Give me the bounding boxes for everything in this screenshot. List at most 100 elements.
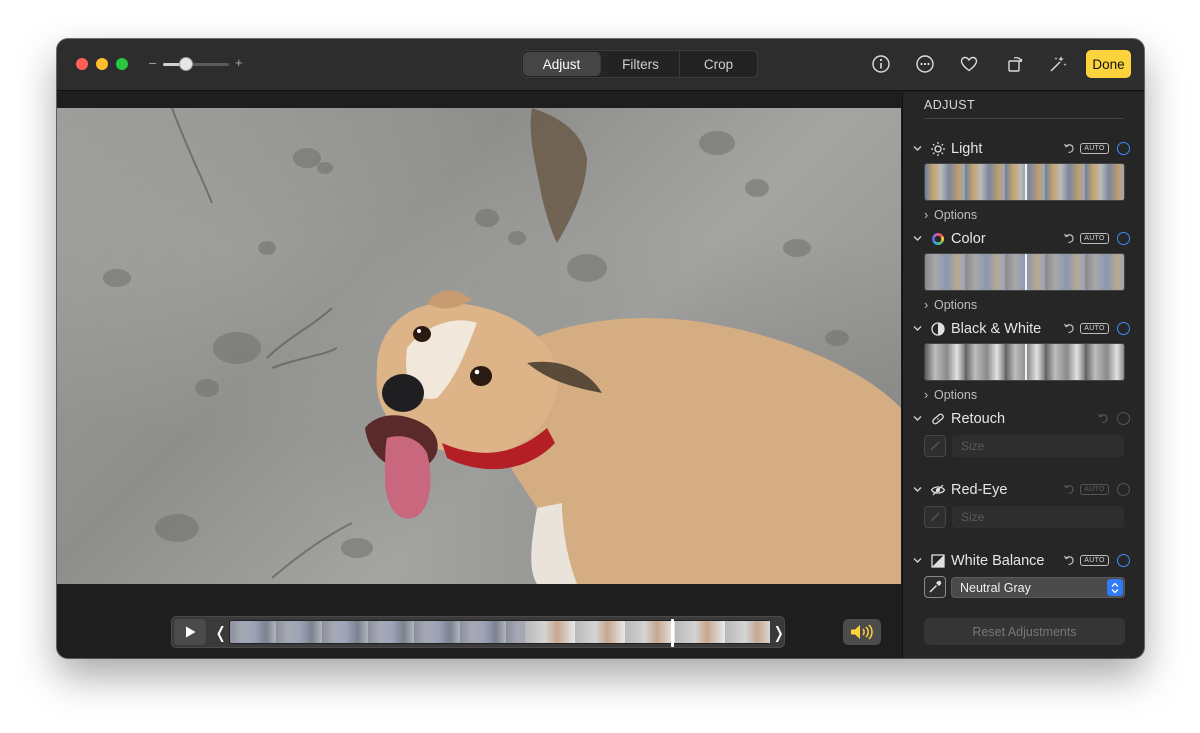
edit-mode-tabs: Adjust Filters Crop bbox=[521, 50, 758, 78]
retouch-label: Retouch bbox=[951, 411, 1006, 427]
undo-icon[interactable] bbox=[1063, 322, 1075, 334]
undo-icon[interactable] bbox=[1063, 554, 1075, 566]
wb-auto-button[interactable]: AUTO bbox=[1080, 555, 1109, 566]
bw-toggle[interactable] bbox=[1117, 322, 1130, 335]
close-window-button[interactable] bbox=[76, 58, 88, 70]
zoom-window-button[interactable] bbox=[116, 58, 128, 70]
redeye-toggle[interactable] bbox=[1117, 483, 1130, 496]
play-button[interactable] bbox=[174, 619, 206, 645]
filmstrip-frames bbox=[525, 621, 770, 643]
color-options[interactable]: › Options bbox=[924, 298, 977, 312]
bw-auto-button[interactable]: AUTO bbox=[1080, 323, 1109, 334]
select-arrows-icon bbox=[1107, 579, 1123, 596]
auto-enhance-button[interactable] bbox=[1047, 53, 1069, 75]
bw-section-header[interactable]: Black & White AUTO bbox=[909, 319, 1139, 339]
tab-filters[interactable]: Filters bbox=[602, 51, 680, 77]
adjust-sidebar: ADJUST Light AUTO › Options Color AUTO ›… bbox=[902, 92, 1144, 658]
info-button[interactable] bbox=[870, 53, 892, 75]
color-slider-thumbnails[interactable] bbox=[924, 253, 1125, 291]
sidebar-title: ADJUST bbox=[924, 98, 976, 112]
retouch-size-slider[interactable]: Size bbox=[952, 435, 1124, 457]
photos-edit-window: – + Adjust Filters Crop Done ❬ ❭ ADJUST … bbox=[57, 39, 1144, 658]
reset-adjustments-button[interactable]: Reset Adjustments bbox=[924, 618, 1125, 645]
chevron-right-icon: › bbox=[924, 388, 929, 402]
rotate-button[interactable] bbox=[1004, 53, 1026, 75]
undo-icon[interactable] bbox=[1063, 232, 1075, 244]
tab-crop[interactable]: Crop bbox=[680, 51, 757, 77]
wb-toggle[interactable] bbox=[1117, 554, 1130, 567]
color-slider-handle[interactable] bbox=[1025, 254, 1027, 290]
redeye-size-slider[interactable]: Size bbox=[952, 506, 1124, 528]
redeye-label: Red-Eye bbox=[951, 482, 1008, 498]
white-balance-icon bbox=[931, 554, 945, 568]
sidebar-divider bbox=[924, 118, 1124, 119]
zoom-out-label: – bbox=[149, 55, 157, 70]
photo-canvas-area: ❬ ❭ bbox=[57, 92, 901, 658]
zoom-slider-knob[interactable] bbox=[179, 57, 194, 71]
color-toggle[interactable] bbox=[1117, 232, 1130, 245]
chevron-down-icon bbox=[913, 558, 922, 563]
chevron-down-icon bbox=[913, 236, 922, 241]
light-label: Light bbox=[951, 141, 983, 157]
chevron-down-icon bbox=[913, 326, 922, 331]
brush-icon bbox=[930, 441, 940, 451]
chevron-right-icon: › bbox=[924, 298, 929, 312]
photo-preview[interactable] bbox=[57, 108, 901, 584]
video-scrubber: ❬ ❭ bbox=[171, 616, 785, 648]
wb-selected-value: Neutral Gray bbox=[960, 581, 1031, 595]
brush-icon bbox=[930, 512, 940, 522]
volume-button[interactable] bbox=[843, 619, 881, 645]
bw-slider-thumbnails[interactable] bbox=[924, 343, 1125, 381]
more-button[interactable] bbox=[914, 53, 936, 75]
chevron-down-icon bbox=[913, 146, 922, 151]
light-slider-thumbnails[interactable] bbox=[924, 163, 1125, 201]
undo-icon[interactable] bbox=[1063, 483, 1075, 495]
undo-icon[interactable] bbox=[1097, 412, 1109, 424]
sun-icon bbox=[931, 142, 945, 156]
chevron-down-icon bbox=[913, 487, 922, 492]
speaker-icon bbox=[851, 624, 873, 640]
light-auto-button[interactable]: AUTO bbox=[1080, 143, 1109, 154]
eyedropper-icon bbox=[929, 580, 942, 593]
zoom-in-label: + bbox=[235, 55, 243, 70]
info-icon bbox=[872, 55, 890, 73]
color-section-header[interactable]: Color AUTO bbox=[909, 229, 1139, 249]
retouch-brush-button[interactable] bbox=[924, 435, 946, 457]
eye-icon bbox=[930, 484, 946, 496]
light-options[interactable]: › Options bbox=[924, 208, 977, 222]
trim-start-handle[interactable]: ❬ bbox=[214, 623, 227, 643]
eyedropper-button[interactable] bbox=[924, 576, 946, 598]
chevron-down-icon bbox=[913, 416, 922, 421]
bw-label: Black & White bbox=[951, 321, 1042, 337]
favorite-button[interactable] bbox=[958, 53, 980, 75]
redeye-section-header[interactable]: Red-Eye AUTO bbox=[909, 480, 1139, 500]
white-balance-select[interactable]: Neutral Gray bbox=[951, 577, 1125, 598]
minimize-window-button[interactable] bbox=[96, 58, 108, 70]
redeye-brush-button[interactable] bbox=[924, 506, 946, 528]
light-toggle[interactable] bbox=[1117, 142, 1130, 155]
dog-photo-image bbox=[103, 108, 901, 584]
video-filmstrip[interactable] bbox=[229, 620, 770, 644]
light-section-header[interactable]: Light AUTO bbox=[909, 139, 1139, 159]
color-label: Color bbox=[951, 231, 986, 247]
done-button[interactable]: Done bbox=[1086, 50, 1131, 78]
light-slider-handle[interactable] bbox=[1025, 164, 1027, 200]
playhead[interactable] bbox=[670, 619, 674, 647]
rotate-icon bbox=[1008, 56, 1023, 72]
color-wheel-icon bbox=[931, 233, 945, 245]
half-circle-icon bbox=[931, 322, 945, 336]
tab-adjust[interactable]: Adjust bbox=[523, 52, 601, 76]
favorite-icon bbox=[960, 56, 978, 72]
bw-slider-handle[interactable] bbox=[1025, 344, 1027, 380]
retouch-toggle[interactable] bbox=[1117, 412, 1130, 425]
trim-end-handle[interactable]: ❭ bbox=[772, 623, 785, 643]
undo-icon[interactable] bbox=[1063, 142, 1075, 154]
redeye-auto-button[interactable]: AUTO bbox=[1080, 484, 1109, 495]
bandage-icon bbox=[932, 413, 944, 425]
color-auto-button[interactable]: AUTO bbox=[1080, 233, 1109, 244]
more-icon bbox=[916, 55, 934, 73]
wb-section-header[interactable]: White Balance AUTO bbox=[909, 551, 1139, 571]
bw-options[interactable]: › Options bbox=[924, 388, 977, 402]
zoom-slider[interactable] bbox=[163, 63, 229, 66]
retouch-section-header[interactable]: Retouch bbox=[909, 409, 1139, 429]
